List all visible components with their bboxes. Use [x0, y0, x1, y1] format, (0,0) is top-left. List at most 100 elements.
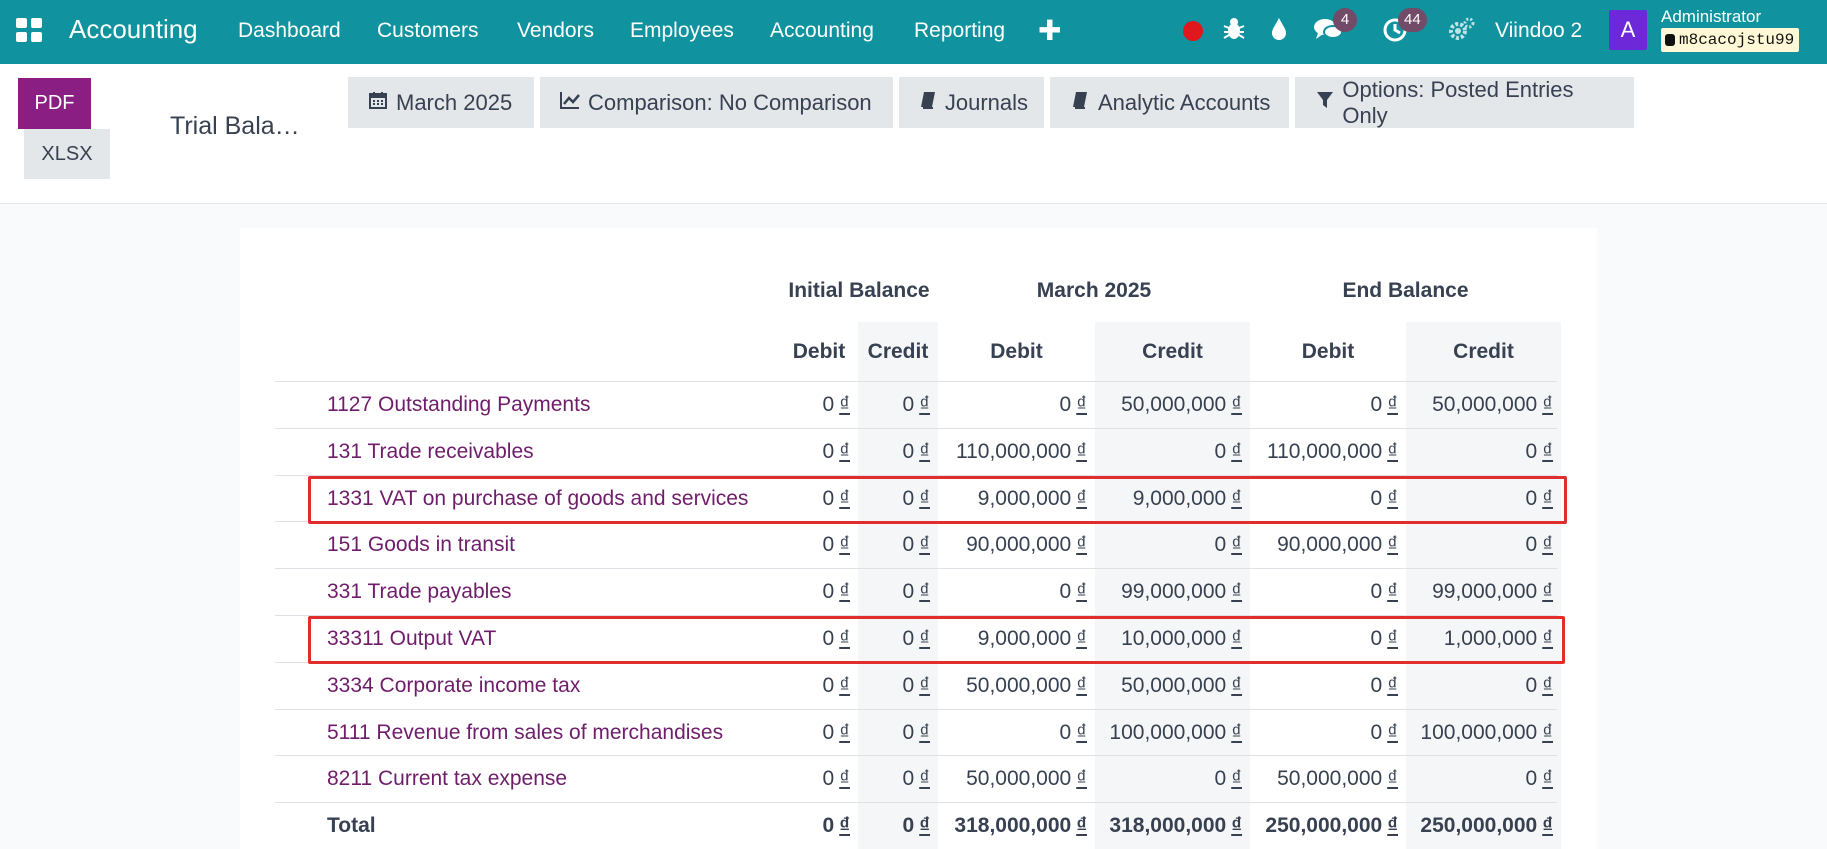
database-name: m8cacojstu99 — [1679, 31, 1795, 49]
currency-symbol: ₫ — [1076, 580, 1087, 604]
amount-cell: 1,000,000 ₫ — [1406, 616, 1561, 662]
analytic-filter-button[interactable]: Analytic Accounts — [1050, 77, 1289, 128]
currency-symbol: ₫ — [1542, 533, 1553, 557]
currency-symbol: ₫ — [1231, 627, 1242, 650]
menu-reporting[interactable]: Reporting — [914, 19, 1005, 43]
column-header-credit: Credit — [867, 339, 929, 363]
account-link[interactable]: 8211 Current tax expense — [327, 756, 567, 802]
gears-icon[interactable] — [1447, 14, 1477, 44]
account-link[interactable]: 151 Goods in transit — [327, 522, 515, 568]
account-link[interactable]: 1127 Outstanding Payments — [327, 382, 590, 428]
menu-dashboard[interactable]: Dashboard — [238, 19, 341, 43]
xlsx-button[interactable]: XLSX — [24, 129, 110, 179]
account-link[interactable]: 331 Trade payables — [327, 569, 511, 615]
account-link[interactable]: 1331 VAT on purchase of goods and servic… — [327, 476, 748, 522]
table-row[interactable]: 8211 Current tax expense 0 ₫ 0 ₫ 50,000,000 ₫ 0… — [275, 755, 1557, 802]
menu-vendors[interactable]: Vendors — [517, 19, 594, 43]
bug-icon[interactable] — [1220, 14, 1248, 44]
menu-accounting[interactable]: Accounting — [770, 19, 874, 43]
table-row[interactable]: 331 Trade payables 0 ₫ 0 ₫ 0 ₫ 99,000,000 ₫ 0 ₫ 99,… — [275, 568, 1557, 615]
currency-symbol: ₫ — [1542, 767, 1553, 791]
amount-value: 0 — [1059, 720, 1072, 744]
amount-value: 90,000,000 — [966, 533, 1072, 557]
amount-value: 0 — [822, 486, 835, 510]
currency-symbol: ₫ — [1387, 580, 1398, 604]
amount-value: 0 — [1525, 439, 1538, 463]
column-header-credit: Credit — [1453, 339, 1514, 363]
menu-employees[interactable]: Employees — [630, 19, 734, 43]
options-filter-button[interactable]: Options: Posted Entries Only — [1295, 77, 1634, 128]
amount-value: 110,000,000 — [1266, 439, 1383, 463]
table-row[interactable]: 5111 Revenue from sales of merchandises 0… — [275, 708, 1557, 756]
amount-cell: 0 ₫ — [780, 756, 858, 802]
amount-cell: 0 ₫ — [858, 429, 938, 475]
table-row[interactable]: 33311 Output VAT 0 ₫ 0 ₫ 9,000,000 ₫ 10,000,000… — [275, 615, 1557, 662]
plus-icon[interactable]: ✚ — [1038, 14, 1061, 47]
pdf-button[interactable]: PDF — [18, 78, 91, 129]
amount-value: 50,000,000 — [1121, 673, 1227, 697]
database-tag: m8cacojstu99 — [1661, 28, 1800, 52]
currency-symbol: ₫ — [839, 486, 850, 510]
amount-value: 0 — [822, 814, 835, 838]
user-name[interactable]: Administrator — [1661, 7, 1761, 27]
control-panel: PDF XLSX Trial Bala… March 2025 Comparis… — [0, 64, 1827, 204]
amount-cell: 0 ₫ — [938, 710, 1095, 756]
currency-symbol: ₫ — [1542, 627, 1553, 650]
top-navbar: Accounting Dashboard Customers Vendors E… — [0, 0, 1827, 64]
amount-value: 110,000,000 — [955, 439, 1072, 463]
apps-menu-icon[interactable] — [16, 18, 42, 42]
app-title[interactable]: Accounting — [69, 14, 198, 45]
amount-value: 0 — [1525, 486, 1538, 510]
amount-value: 100,000,000 — [1420, 720, 1538, 744]
amount-value: 0 — [1370, 673, 1383, 697]
amount-value: 0 — [1370, 580, 1383, 604]
company-switcher[interactable]: Viindoo 2 — [1495, 19, 1582, 43]
amount-cell: 90,000,000 ₫ — [1250, 522, 1406, 568]
table-row[interactable]: 1127 Outstanding Payments 0 ₫ 0 ₫ 0 ₫ 50,000,00… — [275, 381, 1557, 428]
amount-cell: 0 ₫ — [1406, 429, 1561, 475]
currency-symbol: ₫ — [1387, 814, 1398, 838]
avatar[interactable]: A — [1609, 10, 1647, 50]
amount-cell: 0 ₫ — [858, 803, 938, 849]
amount-cell: 0 ₫ — [1406, 663, 1561, 709]
currency-symbol: ₫ — [1387, 533, 1398, 557]
table-total-row: Total 0 ₫ 0 ₫ 318,000,000 ₫ 318,000,000 ₫ 250,000… — [275, 802, 1557, 849]
group-header-initial: Initial Balance — [788, 279, 930, 302]
account-link[interactable]: 131 Trade receivables — [327, 429, 534, 475]
table-row[interactable]: 131 Trade receivables 0 ₫ 0 ₫ 110,000,000 ₫ 0 ₫ 1… — [275, 427, 1557, 475]
amount-cell: 0 ₫ — [858, 476, 938, 522]
amount-value: 9,000,000 — [977, 486, 1072, 510]
table-row[interactable]: 151 Goods in transit 0 ₫ 0 ₫ 90,000,000 ₫ 0 ₫ 90,… — [275, 521, 1557, 568]
amount-value: 0 — [902, 439, 915, 463]
comparison-filter-button[interactable]: Comparison: No Comparison — [540, 77, 893, 128]
menu-customers[interactable]: Customers — [377, 19, 479, 43]
amount-cell: 0 ₫ — [1250, 382, 1406, 428]
table-row[interactable]: 3334 Corporate income tax 0 ₫ 0 ₫ 50,000,000 ₫… — [275, 661, 1557, 709]
currency-symbol: ₫ — [1231, 439, 1242, 463]
amount-value: 0 — [822, 720, 835, 744]
account-link[interactable]: 33311 Output VAT — [327, 616, 496, 662]
currency-symbol: ₫ — [1076, 814, 1087, 838]
amount-value: 0 — [1059, 393, 1072, 416]
journals-filter-button[interactable]: Journals — [899, 77, 1044, 128]
currency-symbol: ₫ — [1231, 533, 1242, 557]
trial-balance-report: Initial Balance March 2025 End Balance D… — [240, 228, 1597, 849]
comparison-filter-label: Comparison: No Comparison — [588, 89, 872, 115]
currency-symbol: ₫ — [1387, 393, 1398, 416]
drop-icon[interactable] — [1265, 14, 1293, 44]
table-row[interactable]: 1331 VAT on purchase of goods and servic… — [275, 474, 1557, 522]
amount-cell: 100,000,000 ₫ — [1095, 710, 1250, 756]
account-link[interactable]: 5111 Revenue from sales of merchandises — [327, 710, 723, 756]
currency-symbol: ₫ — [839, 627, 850, 650]
record-icon[interactable] — [1183, 21, 1203, 41]
amount-cell: 0 ₫ — [780, 710, 858, 756]
amount-cell: 100,000,000 ₫ — [1406, 710, 1561, 756]
date-filter-button[interactable]: March 2025 — [348, 77, 534, 128]
amount-value: 250,000,000 — [1265, 814, 1383, 838]
currency-symbol: ₫ — [839, 673, 850, 697]
account-link[interactable]: 3334 Corporate income tax — [327, 663, 580, 709]
group-header-period: March 2025 — [1036, 279, 1152, 302]
amount-value: 0 — [1214, 439, 1227, 463]
amount-cell: 250,000,000 ₫ — [1406, 803, 1561, 849]
options-filter-label: Options: Posted Entries Only — [1342, 76, 1574, 128]
